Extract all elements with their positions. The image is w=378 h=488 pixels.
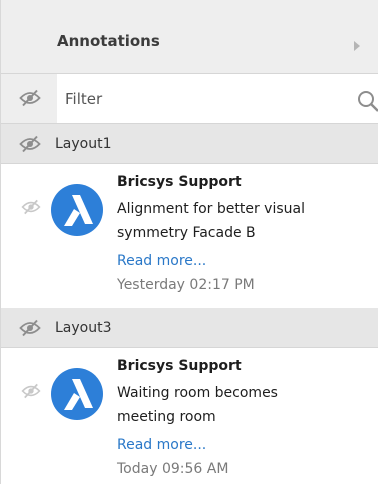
eye-slash-icon[interactable] <box>21 199 41 219</box>
eye-slash-icon[interactable] <box>21 383 41 403</box>
read-more-link[interactable]: Read more... <box>117 253 206 269</box>
annotation-message: Alignment for better visual symmetry Fac… <box>117 197 357 245</box>
message-line: meeting room <box>117 409 216 425</box>
filter-row <box>1 74 378 124</box>
annotations-panel: Annotations Filter Layout1 Bricsys Suppo… <box>0 0 378 488</box>
eye-slash-icon[interactable] <box>19 135 41 157</box>
search-icon[interactable] <box>357 90 378 116</box>
group-header-layout3[interactable]: Layout3 <box>1 308 378 348</box>
panel-title: Annotations <box>57 32 160 50</box>
eye-slash-icon[interactable] <box>19 89 41 111</box>
eye-slash-icon[interactable] <box>19 319 41 341</box>
annotation-timestamp: Yesterday 02:17 PM <box>117 277 255 293</box>
bricsys-logo-icon <box>51 368 103 420</box>
group-header-layout1[interactable]: Layout1 <box>1 124 378 164</box>
filter-input[interactable] <box>57 74 378 123</box>
group-label: Layout3 <box>55 320 112 336</box>
group-label: Layout1 <box>55 136 112 152</box>
message-line: Waiting room becomes <box>117 385 278 401</box>
annotation-message: Waiting room becomes meeting room <box>117 381 357 429</box>
annotation-card[interactable]: Bricsys Support Waiting room becomes mee… <box>1 348 378 488</box>
chevron-right-icon[interactable] <box>353 36 361 55</box>
bricsys-logo-icon <box>51 184 103 236</box>
annotation-card[interactable]: Bricsys Support Alignment for better vis… <box>1 164 378 304</box>
annotation-author: Bricsys Support <box>117 174 242 190</box>
read-more-link[interactable]: Read more... <box>117 437 206 453</box>
panel-header: Annotations <box>1 0 378 74</box>
annotation-timestamp: Today 09:56 AM <box>117 461 229 477</box>
message-line: symmetry Facade B <box>117 225 256 241</box>
message-line: Alignment for better visual <box>117 201 305 217</box>
annotation-author: Bricsys Support <box>117 358 242 374</box>
